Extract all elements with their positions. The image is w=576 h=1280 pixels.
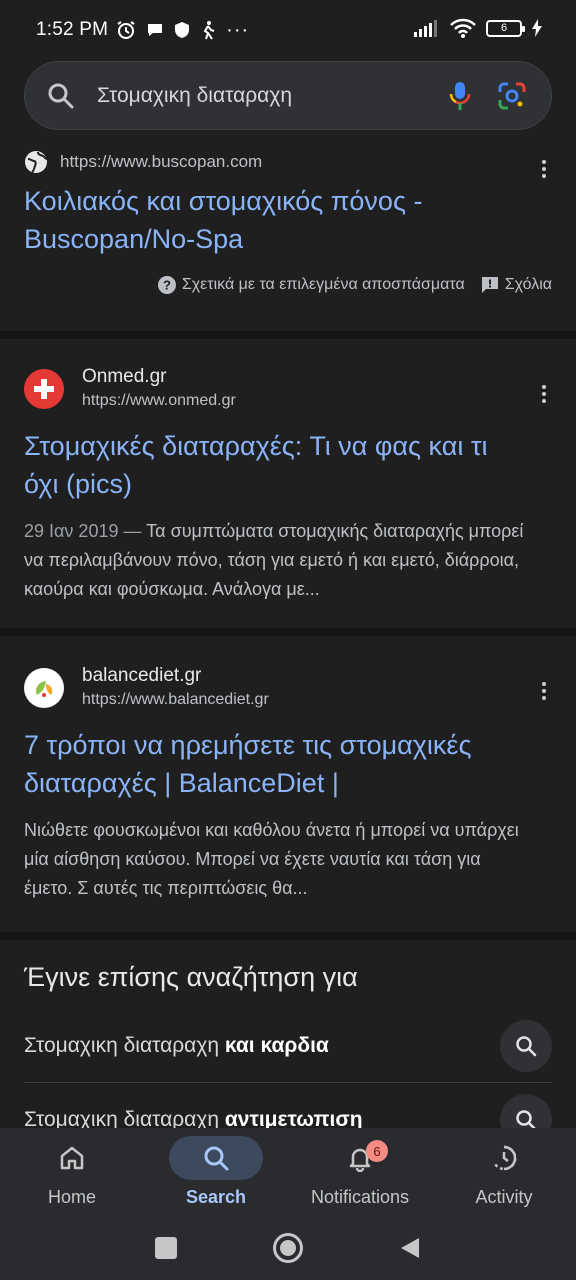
alarm-icon bbox=[117, 21, 135, 39]
result-source[interactable]: Onmed.gr https://www.onmed.gr bbox=[24, 365, 552, 413]
about-snippets-label: Σχετικά με τα επιλεγμένα αποσπάσματα bbox=[181, 276, 465, 293]
activity-icon bbox=[493, 1145, 517, 1171]
search-result-onmed: Onmed.gr https://www.onmed.gr Στομαχικές… bbox=[0, 339, 576, 628]
nav-notifications-label: Notifications bbox=[310, 1187, 410, 1207]
result-site-name: Onmed.gr bbox=[82, 366, 167, 387]
related-search-bold: και καρδια bbox=[224, 1033, 329, 1057]
result-title-link[interactable]: 7 τρόποι να ηρεμήσετε τις στομαχικές δια… bbox=[24, 726, 552, 802]
mic-icon bbox=[449, 81, 471, 110]
home-system-button-dot bbox=[280, 1240, 296, 1256]
onmed-favicon bbox=[24, 369, 64, 409]
nav-home[interactable]: Home bbox=[0, 1128, 144, 1216]
battery-icon: 6 bbox=[486, 19, 525, 37]
nav-search[interactable]: Search bbox=[144, 1128, 288, 1216]
result-date: 29 Ιαν 2019 — bbox=[24, 521, 147, 541]
nav-notifications[interactable]: 6 Notifications bbox=[288, 1128, 432, 1216]
search-bar[interactable]: Στομαχικη διαταραχη bbox=[24, 61, 552, 130]
nav-activity-pill bbox=[457, 1136, 551, 1180]
related-search-item[interactable]: Στομαχικη διαταραχη αντιμετωπιση bbox=[24, 1083, 552, 1128]
result-divider bbox=[0, 628, 576, 636]
walking-icon bbox=[203, 21, 215, 40]
wifi-icon bbox=[450, 18, 476, 38]
home-system-button[interactable] bbox=[273, 1233, 303, 1263]
result-site-name: balancediet.gr bbox=[82, 665, 202, 686]
status-system-icons: 6 bbox=[414, 18, 542, 38]
status-bar: 1:52 PM ··· 6 bbox=[0, 0, 576, 60]
svg-text:?: ? bbox=[163, 278, 171, 293]
shield-icon bbox=[175, 22, 190, 38]
more-options-button[interactable] bbox=[536, 682, 552, 700]
feedback-label: Σχόλια bbox=[504, 276, 552, 293]
result-source[interactable]: balancediet.gr https://www.balancediet.g… bbox=[24, 664, 552, 712]
result-snippet: 29 Ιαν 2019 — Τα συμπτώματα στομαχικής δ… bbox=[24, 517, 552, 604]
result-url: https://www.buscopan.com bbox=[60, 152, 263, 171]
related-search-text: Στομαχικη διαταραχη και καρδια bbox=[24, 1034, 329, 1058]
feedback-icon bbox=[481, 277, 498, 293]
search-result-buscopan: https://www.buscopan.com Κοιλιακός και σ… bbox=[0, 140, 576, 330]
lens-icon bbox=[498, 82, 526, 109]
signal-icon bbox=[414, 20, 437, 37]
help-icon: ? bbox=[157, 276, 176, 294]
result-url: https://www.onmed.gr bbox=[82, 392, 236, 409]
notification-badge: 6 bbox=[366, 1140, 388, 1162]
nav-activity-label: Activity bbox=[475, 1187, 533, 1207]
search-input[interactable]: Στομαχικη διαταραχη bbox=[97, 84, 425, 108]
related-search-text: Στομαχικη διαταραχη αντιμετωπιση bbox=[24, 1108, 363, 1128]
battery-level: 6 bbox=[500, 22, 508, 34]
home-icon bbox=[60, 1146, 84, 1170]
result-title-link[interactable]: Στομαχικές διαταραχές: Τι να φας και τι … bbox=[24, 427, 552, 503]
more-notifications-icon: ··· bbox=[226, 18, 250, 41]
nav-search-pill bbox=[169, 1136, 263, 1180]
related-search-item[interactable]: Στομαχικη διαταραχη και καρδια bbox=[24, 1009, 552, 1083]
nav-home-label: Home bbox=[47, 1187, 96, 1207]
search-icon bbox=[516, 1035, 537, 1056]
search-icon bbox=[204, 1146, 229, 1171]
result-footer: ? Σχετικά με τα επιλεγμένα αποσπάσματα Σ… bbox=[24, 276, 552, 294]
related-search-button[interactable] bbox=[500, 1094, 552, 1128]
result-divider bbox=[0, 932, 576, 940]
system-navigation-bar bbox=[0, 1216, 576, 1280]
status-notification-icons: ··· bbox=[116, 19, 249, 42]
bottom-navigation: Home Search 6 Notifications Activity bbox=[0, 1128, 576, 1216]
about-snippets-link[interactable]: ? Σχετικά με τα επιλεγμένα αποσπάσματα bbox=[157, 276, 465, 294]
voice-search-button[interactable] bbox=[443, 79, 477, 113]
related-searches: Έγινε επίσης αναζήτηση για Στομαχικη δια… bbox=[0, 940, 576, 1128]
nav-activity[interactable]: Activity bbox=[432, 1128, 576, 1216]
nav-search-label: Search bbox=[185, 1187, 247, 1207]
medical-cross-icon bbox=[34, 379, 54, 399]
related-search-button[interactable] bbox=[500, 1019, 552, 1072]
more-options-button[interactable] bbox=[536, 385, 552, 403]
status-time: 1:52 PM bbox=[36, 19, 109, 40]
nav-home-pill bbox=[25, 1136, 119, 1180]
chat-icon bbox=[148, 24, 163, 36]
balancediet-favicon bbox=[24, 668, 64, 708]
related-searches-heading: Έγινε επίσης αναζήτηση για bbox=[24, 962, 358, 992]
back-icon[interactable] bbox=[399, 1236, 421, 1260]
search-result-balancediet: balancediet.gr https://www.balancediet.g… bbox=[0, 636, 576, 932]
lens-search-button[interactable] bbox=[495, 79, 529, 113]
leaf-logo-icon bbox=[36, 681, 53, 697]
related-search-prefix: Στομαχικη διαταραχη bbox=[24, 1033, 225, 1057]
related-search-prefix: Στομαχικη διαταραχη bbox=[24, 1108, 225, 1128]
related-search-bold: αντιμετωπιση bbox=[224, 1108, 363, 1128]
result-snippet: Νιώθετε φουσκωμένοι και καθόλου άνετα ή … bbox=[24, 820, 519, 898]
recents-button[interactable] bbox=[155, 1237, 177, 1259]
result-url: https://www.balancediet.gr bbox=[82, 691, 269, 708]
globe-icon bbox=[25, 151, 48, 173]
charging-icon bbox=[532, 19, 542, 37]
feedback-link[interactable]: Σχόλια bbox=[481, 276, 552, 294]
result-title-link[interactable]: Κοιλιακός και στομαχικός πόνος - Buscopa… bbox=[24, 182, 552, 258]
more-options-button[interactable] bbox=[536, 160, 552, 178]
result-source[interactable]: https://www.buscopan.com bbox=[24, 150, 552, 174]
nav-notifications-pill bbox=[313, 1136, 407, 1180]
search-icon bbox=[516, 1110, 536, 1128]
search-icon[interactable] bbox=[47, 82, 75, 110]
result-divider bbox=[0, 331, 576, 339]
